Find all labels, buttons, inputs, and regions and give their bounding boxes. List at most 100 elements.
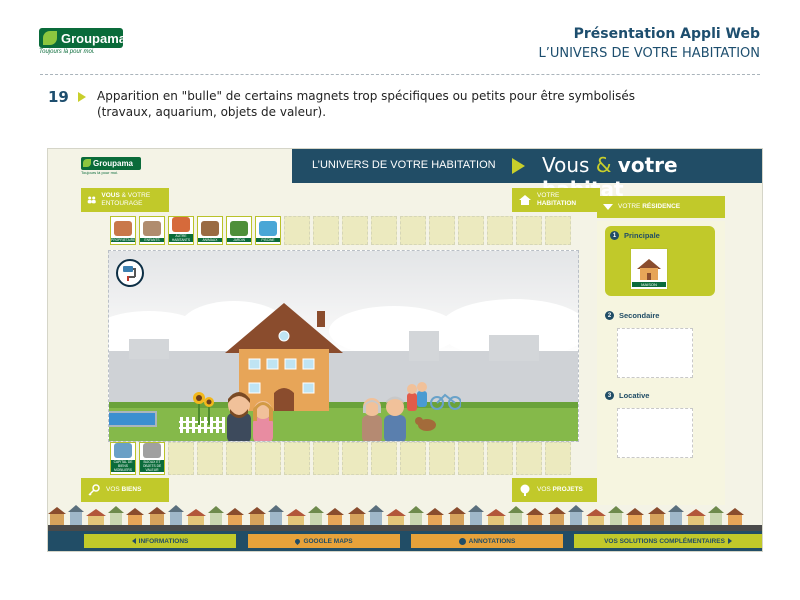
- nav-solutions-button[interactable]: VOS SOLUTIONS COMPLÉMENTAIRES: [574, 534, 762, 548]
- arrow-right-icon: [512, 158, 525, 174]
- section-entourage[interactable]: VOUS & VOTRE ENTOURAGE: [81, 188, 169, 212]
- magnet-biens-mobiliers[interactable]: CAPITAL DE BIENS MOBILIERS: [110, 442, 136, 475]
- magnet-piscine[interactable]: PISCINE: [255, 216, 281, 245]
- section-projets-label: VOS PROJETS: [537, 486, 583, 494]
- empty-slot[interactable]: [197, 442, 223, 475]
- residence-number: 3: [605, 391, 614, 400]
- key-icon: [88, 484, 100, 496]
- empty-slot[interactable]: [371, 216, 397, 245]
- slide-text-line1: Apparition en "bulle" de certains magnet…: [97, 89, 635, 103]
- app-banner: L’UNIVERS DE VOTRE HABITATION Vous & vot…: [292, 149, 762, 201]
- empty-slot[interactable]: [545, 442, 571, 475]
- empty-slot[interactable]: [429, 216, 455, 245]
- residence-locative-title: 3 Locative: [605, 391, 715, 400]
- leaf-icon: [43, 31, 57, 45]
- empty-slot[interactable]: [458, 216, 484, 245]
- empty-slot[interactable]: [458, 442, 484, 475]
- empty-slot[interactable]: [516, 442, 542, 475]
- couple-illustration: [227, 392, 273, 441]
- magnet-label: PISCINE: [256, 238, 280, 242]
- projets-bold: PROJETS: [552, 486, 583, 493]
- section-projets[interactable]: VOS PROJETS: [512, 478, 600, 502]
- residence-secondaire[interactable]: 2 Secondaire: [605, 311, 715, 378]
- seniors-illustration: [362, 396, 406, 441]
- nav-google-maps-button[interactable]: GOOGLE MAPS: [248, 534, 400, 548]
- magnet-label: AUTRE HABITANTS: [169, 234, 193, 242]
- residence-panel: 1 Principale MAISON 2 Secondaire 3 Locative: [597, 221, 725, 549]
- empty-slot[interactable]: [516, 216, 542, 245]
- magnet-proprietaire[interactable]: PROPRIETAIRE: [110, 216, 136, 245]
- bullet-arrow-icon: [78, 92, 86, 102]
- empty-slot[interactable]: [487, 442, 513, 475]
- section-habitation[interactable]: VOTRE HABITATION: [512, 188, 600, 212]
- residence-header-label: VOTRE RÉSIDENCE: [618, 203, 680, 211]
- empty-slot[interactable]: [168, 442, 194, 475]
- magnet-autre-habitants[interactable]: AUTRE HABITANTS: [168, 216, 194, 245]
- logo-tagline: Toujours là pour moi.: [39, 49, 95, 55]
- slide-number: 19: [48, 88, 69, 106]
- bottom-navbar: INFORMATIONS GOOGLE MAPS ANNOTATIONS VOS…: [48, 531, 762, 551]
- empty-slot[interactable]: [371, 442, 397, 475]
- empty-slot[interactable]: [284, 442, 310, 475]
- nav-label: ANNOTATIONS: [468, 537, 516, 545]
- house-icon: [519, 195, 531, 205]
- residence-number: 2: [605, 311, 614, 320]
- app-logo-text: Groupama: [93, 159, 134, 168]
- tree-icon: [520, 484, 530, 496]
- empty-slot[interactable]: [545, 216, 571, 245]
- empty-slot[interactable]: [400, 216, 426, 245]
- empty-slot[interactable]: [342, 216, 368, 245]
- habitation-scene[interactable]: [108, 250, 579, 442]
- travaux-bubble-button[interactable]: [116, 259, 144, 287]
- chevron-down-icon: [603, 204, 613, 210]
- residence-locative[interactable]: 3 Locative: [605, 391, 715, 458]
- empty-slot[interactable]: [400, 442, 426, 475]
- header-title-line1: Présentation Appli Web: [573, 26, 760, 42]
- banner-heading-prefix: Vous: [542, 153, 590, 177]
- magnet-label: ENFANTS: [140, 238, 164, 242]
- tree-icon: [230, 221, 248, 236]
- projets-prefix: VOS: [537, 486, 551, 493]
- pencil-icon: [458, 537, 466, 545]
- empty-slot[interactable]: [429, 442, 455, 475]
- header-divider: [40, 74, 760, 75]
- top-magnet-row: PROPRIETAIRE ENFANTS AUTRE HABITANTS ANI…: [110, 216, 571, 245]
- people-icon: [172, 217, 190, 232]
- header-title-line2: L’UNIVERS DE VOTRE HABITATION: [538, 46, 760, 61]
- map-pin-icon: [294, 537, 302, 545]
- pool-illustration: [109, 411, 157, 427]
- app-logo[interactable]: Groupama Toujours là pour moi.: [81, 157, 141, 179]
- chevron-right-icon: [727, 538, 732, 544]
- empty-slot[interactable]: [313, 442, 339, 475]
- residence-bold: RÉSIDENCE: [642, 203, 681, 210]
- magnet-maison[interactable]: MAISON: [630, 248, 668, 290]
- magnet-enfants[interactable]: ENFANTS: [139, 216, 165, 245]
- section-biens[interactable]: VOS BIENS: [81, 478, 169, 502]
- section-habitation-label: VOTRE HABITATION: [537, 192, 576, 208]
- magnet-animaux[interactable]: ANIMAUX: [197, 216, 223, 245]
- empty-slot[interactable]: [226, 442, 252, 475]
- nav-annotations-button[interactable]: ANNOTATIONS: [411, 534, 563, 548]
- residence-drop-zone[interactable]: [617, 328, 693, 378]
- nav-informations-button[interactable]: INFORMATIONS: [84, 534, 236, 548]
- empty-slot[interactable]: [342, 442, 368, 475]
- empty-slot[interactable]: [255, 442, 281, 475]
- residence-drop-zone[interactable]: [617, 408, 693, 458]
- residence-principale[interactable]: 1 Principale MAISON: [605, 226, 715, 296]
- magnet-jardin[interactable]: JARDIN: [226, 216, 252, 245]
- couple-icon: [114, 221, 132, 236]
- empty-slot[interactable]: [284, 216, 310, 245]
- paint-roller-icon: [123, 266, 136, 281]
- magnet-label: PROPRIETAIRE: [111, 238, 136, 242]
- magnet-objets-valeur[interactable]: BIJOUX ET OBJETS DE VALEUR: [139, 442, 165, 475]
- nav-label: GOOGLE MAPS: [303, 537, 353, 545]
- empty-slot[interactable]: [313, 216, 339, 245]
- jewel-icon: [143, 443, 161, 458]
- app-screenshot: Groupama Toujours là pour moi. L’UNIVERS…: [47, 148, 763, 552]
- magnet-label: ANIMAUX: [198, 238, 222, 242]
- bicycle-icon: [114, 443, 132, 458]
- empty-slot[interactable]: [487, 216, 513, 245]
- residence-label: Locative: [619, 391, 650, 400]
- biens-prefix: VOS: [106, 486, 120, 493]
- entourage-bold: VOUS: [101, 192, 120, 199]
